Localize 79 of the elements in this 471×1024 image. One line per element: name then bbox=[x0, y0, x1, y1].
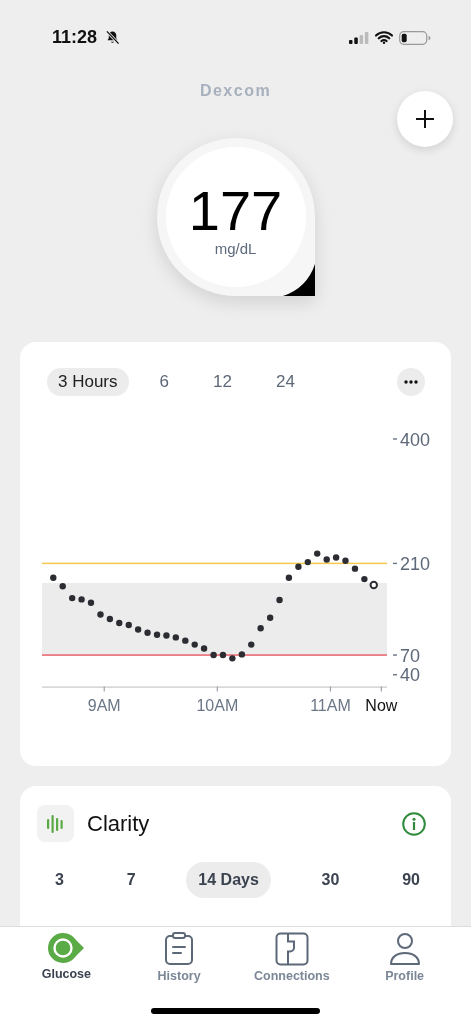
trend-arrow-icon bbox=[282, 264, 315, 296]
logo: Dexcom bbox=[199, 81, 272, 101]
axis-label: 210 bbox=[393, 553, 431, 574]
clarity-bars-icon bbox=[37, 805, 74, 842]
data-point bbox=[361, 575, 368, 583]
nav-tab[interactable]: Connections bbox=[235, 932, 349, 984]
data-point bbox=[144, 629, 151, 636]
axis-label: 10AM bbox=[196, 696, 239, 714]
status-time: 11:28 bbox=[52, 27, 98, 48]
axis-label: 9AM bbox=[87, 696, 121, 714]
clarity-title: Clarity bbox=[87, 810, 150, 837]
data-point bbox=[97, 611, 104, 618]
period-tab[interactable]: 30 bbox=[309, 862, 352, 898]
data-point bbox=[304, 558, 311, 566]
axis-label: 400 bbox=[393, 429, 431, 450]
info-icon[interactable] bbox=[402, 811, 426, 836]
data-point bbox=[125, 621, 132, 629]
period-tab[interactable]: 7 bbox=[114, 862, 148, 898]
range-tab[interactable]: 3 Hours bbox=[47, 368, 129, 396]
clipboard-icon bbox=[164, 932, 195, 966]
data-point bbox=[116, 619, 123, 627]
connections-icon bbox=[274, 932, 309, 966]
period-tab[interactable]: 3 bbox=[43, 862, 76, 898]
y-tick-label: 40 bbox=[400, 665, 421, 686]
data-point bbox=[182, 637, 189, 644]
axis-label: Now bbox=[365, 696, 398, 714]
nav-tab[interactable]: Profile bbox=[348, 932, 461, 984]
range-tab[interactable]: 24 bbox=[262, 368, 308, 396]
person-icon bbox=[388, 932, 421, 966]
data-point bbox=[295, 563, 302, 570]
plus-icon bbox=[415, 109, 435, 129]
wifi-icon bbox=[375, 31, 393, 44]
range-tab[interactable]: 6 bbox=[146, 368, 182, 396]
bell-slash-icon bbox=[105, 30, 121, 45]
add-button[interactable] bbox=[397, 91, 453, 147]
data-point bbox=[314, 550, 321, 557]
data-point bbox=[153, 631, 161, 638]
axis-label: 11AM bbox=[310, 696, 351, 714]
y-tick-label: 400 bbox=[400, 429, 431, 450]
data-point bbox=[257, 625, 264, 632]
more-button[interactable] bbox=[397, 368, 425, 396]
signal-icon bbox=[349, 31, 369, 44]
battery-icon bbox=[399, 30, 431, 45]
data-point bbox=[219, 651, 227, 659]
glucose-value: 177 bbox=[188, 181, 283, 240]
data-point bbox=[106, 615, 114, 623]
axis-label: 40 bbox=[393, 665, 421, 686]
data-point bbox=[191, 641, 198, 648]
data-point bbox=[238, 651, 246, 658]
data-point bbox=[266, 614, 274, 621]
data-point bbox=[172, 634, 179, 641]
period-tab[interactable]: 90 bbox=[390, 862, 432, 898]
current-reading-point bbox=[369, 580, 378, 590]
data-point bbox=[200, 645, 208, 652]
data-point bbox=[50, 574, 57, 581]
data-point bbox=[342, 557, 349, 564]
data-point bbox=[59, 583, 66, 590]
data-point bbox=[332, 554, 340, 561]
data-point bbox=[78, 596, 85, 603]
y-tick-label: 210 bbox=[400, 553, 431, 574]
data-point bbox=[285, 574, 293, 581]
nav-tab[interactable]: History bbox=[122, 932, 236, 984]
glucose-unit: mg/dL bbox=[214, 239, 257, 257]
data-point bbox=[276, 596, 283, 604]
nav-tab[interactable]: Glucose bbox=[10, 932, 123, 984]
range-tab[interactable]: 12 bbox=[200, 368, 245, 396]
period-tab[interactable]: 14 Days bbox=[186, 862, 271, 898]
data-point bbox=[248, 641, 255, 648]
axis-label: 70 bbox=[393, 645, 421, 666]
data-point bbox=[134, 626, 142, 633]
data-point bbox=[229, 655, 236, 662]
data-point bbox=[323, 556, 330, 563]
data-point bbox=[210, 651, 217, 659]
data-point bbox=[163, 632, 170, 639]
more-icon bbox=[404, 380, 418, 384]
data-point bbox=[69, 594, 76, 602]
data-point bbox=[87, 599, 95, 606]
y-tick-label: 70 bbox=[400, 645, 421, 666]
data-point bbox=[351, 565, 359, 572]
